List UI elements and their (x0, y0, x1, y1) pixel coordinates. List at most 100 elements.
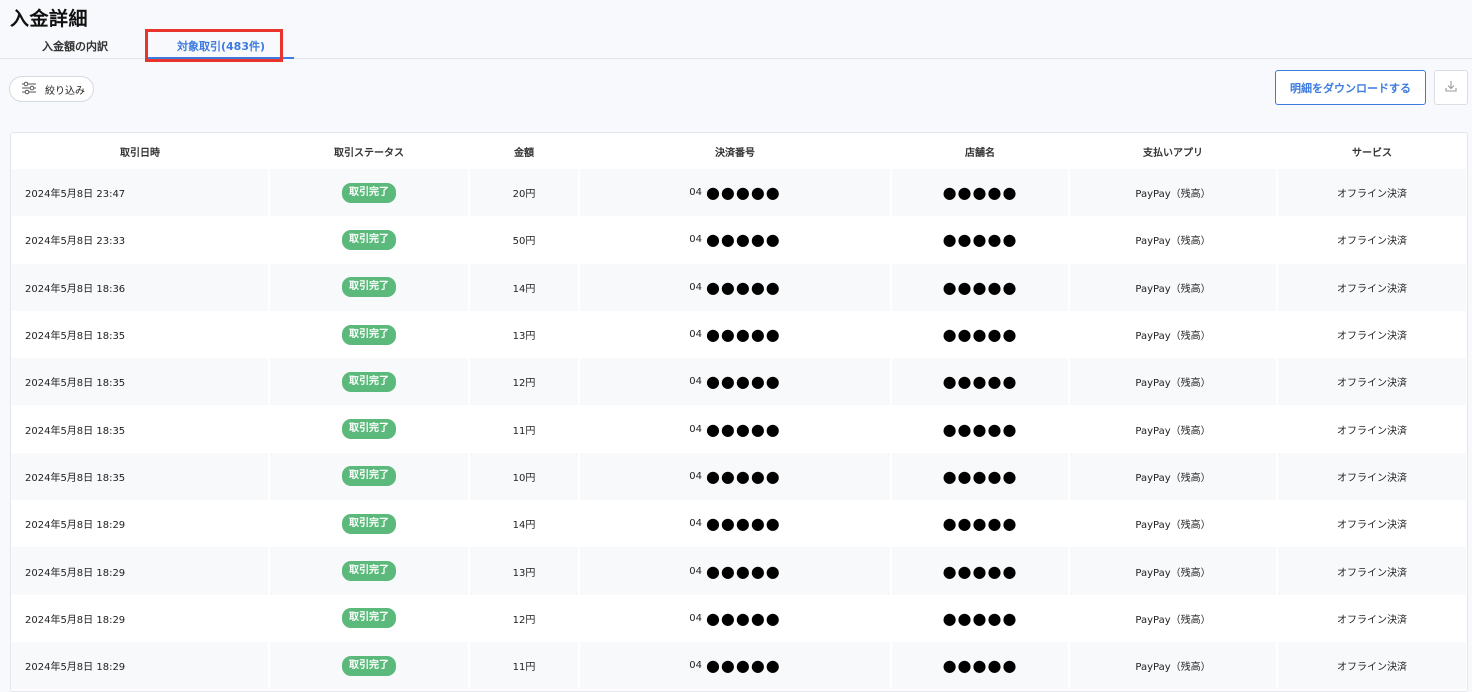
cell-service: オフライン決済 (1277, 452, 1467, 501)
cell-store: ●●●●● (891, 169, 1070, 217)
cell-service: オフライン決済 (1277, 358, 1467, 406)
cell-service: オフライン決済 (1277, 169, 1467, 217)
cell-status: 取引完了 (269, 547, 470, 595)
table-row[interactable]: 2024年5月8日 18:35 取引完了 12円 04 ●●●●● ●●●●● P… (11, 358, 1467, 406)
cell-app: PayPay（残高） (1069, 594, 1278, 642)
table-row[interactable]: 2024年5月8日 18:29 取引完了 14円 04 ●●●●● ●●●●● P… (11, 500, 1467, 548)
payment-number-prefix: 04 (689, 329, 702, 341)
payment-number-prefix: 04 (689, 423, 702, 435)
cell-payment-number: 04 ●●●●● (579, 263, 892, 311)
cell-status: 取引完了 (269, 169, 470, 217)
table-row[interactable]: 2024年5月8日 18:36 取引完了 14円 04 ●●●●● ●●●●● P… (11, 263, 1467, 311)
cell-app: PayPay（残高） (1069, 358, 1278, 406)
status-badge: 取引完了 (342, 655, 396, 676)
cell-app: PayPay（残高） (1069, 641, 1278, 690)
cell-status: 取引完了 (269, 263, 470, 311)
status-badge: 取引完了 (342, 513, 396, 534)
cell-app: PayPay（残高） (1069, 216, 1278, 264)
table-row[interactable]: 2024年5月8日 18:35 取引完了 13円 04 ●●●●● ●●●●● P… (11, 310, 1467, 359)
cell-store: ●●●●● (891, 594, 1070, 642)
filter-button[interactable]: 絞り込み (9, 76, 94, 102)
payment-number-masked: ●●●●● (705, 230, 781, 250)
cell-app: PayPay（残高） (1069, 263, 1278, 311)
payment-number-masked: ●●●●● (705, 419, 781, 439)
store-name-masked: ●●●●● (942, 277, 1018, 297)
status-badge: 取引完了 (342, 324, 396, 345)
cell-datetime: 2024年5月8日 18:35 (11, 452, 270, 501)
store-name-masked: ●●●●● (942, 419, 1018, 439)
tab-bar: 入金額の内訳 対象取引(483件) (0, 34, 1472, 59)
cell-status: 取引完了 (269, 500, 470, 548)
cell-status: 取引完了 (269, 216, 470, 264)
table-row[interactable]: 2024年5月8日 18:35 取引完了 10円 04 ●●●●● ●●●●● P… (11, 452, 1467, 501)
cell-amount: 11円 (469, 641, 580, 690)
col-header-payment-number: 決済番号 (579, 133, 891, 169)
cell-app: PayPay（残高） (1069, 405, 1278, 453)
cell-payment-number: 04 ●●●●● (579, 216, 892, 264)
cell-amount: 20円 (469, 169, 580, 217)
col-header-store: 店舗名 (891, 133, 1069, 169)
cell-amount: 14円 (469, 263, 580, 311)
payment-number-masked: ●●●●● (705, 608, 781, 628)
store-name-masked: ●●●●● (942, 514, 1018, 534)
col-header-status: 取引ステータス (269, 133, 469, 169)
cell-amount: 13円 (469, 310, 580, 359)
col-header-amount: 金額 (469, 133, 579, 169)
cell-payment-number: 04 ●●●●● (579, 500, 892, 548)
payment-number-prefix: 04 (689, 565, 702, 577)
cell-amount: 14円 (469, 500, 580, 548)
payment-number-prefix: 04 (689, 660, 702, 672)
cell-service: オフライン決済 (1277, 500, 1467, 548)
payment-number-masked: ●●●●● (705, 561, 781, 581)
payment-number-masked: ●●●●● (705, 372, 781, 392)
cell-datetime: 2024年5月8日 18:35 (11, 405, 270, 453)
cell-service: オフライン決済 (1277, 405, 1467, 453)
sliders-icon (21, 81, 37, 98)
table-row[interactable]: 2024年5月8日 23:33 取引完了 50円 04 ●●●●● ●●●●● P… (11, 216, 1467, 264)
cell-app: PayPay（残高） (1069, 500, 1278, 548)
download-statement-button[interactable]: 明細をダウンロードする (1275, 70, 1426, 105)
table-row[interactable]: 2024年5月8日 18:29 取引完了 11円 04 ●●●●● ●●●●● P… (11, 641, 1467, 690)
table-row[interactable]: 2024年5月8日 23:47 取引完了 20円 04 ●●●●● ●●●●● P… (11, 169, 1467, 217)
store-name-masked: ●●●●● (942, 466, 1018, 486)
cell-amount: 11円 (469, 405, 580, 453)
cell-amount: 12円 (469, 594, 580, 642)
table-header-row: 取引日時 取引ステータス 金額 決済番号 店舗名 支払いアプリ サービス (11, 133, 1467, 169)
cell-service: オフライン決済 (1277, 641, 1467, 690)
payment-number-prefix: 04 (689, 376, 702, 388)
cell-datetime: 2024年5月8日 18:29 (11, 594, 270, 642)
cell-datetime: 2024年5月8日 18:36 (11, 263, 270, 311)
store-name-masked: ●●●●● (942, 608, 1018, 628)
tab-transactions[interactable]: 対象取引(483件) (148, 38, 294, 59)
cell-payment-number: 04 ●●●●● (579, 547, 892, 595)
col-header-app: 支払いアプリ (1069, 133, 1277, 169)
cell-service: オフライン決済 (1277, 547, 1467, 595)
page-title: 入金詳細 (10, 8, 89, 30)
status-badge: 取引完了 (342, 182, 396, 203)
cell-datetime: 2024年5月8日 18:35 (11, 310, 270, 359)
payment-number-masked: ●●●●● (705, 514, 781, 534)
col-header-datetime: 取引日時 (11, 133, 269, 169)
store-name-masked: ●●●●● (942, 183, 1018, 203)
cell-payment-number: 04 ●●●●● (579, 405, 892, 453)
table-row[interactable]: 2024年5月8日 18:29 取引完了 12円 04 ●●●●● ●●●●● P… (11, 594, 1467, 642)
store-name-masked: ●●●●● (942, 372, 1018, 392)
cell-amount: 50円 (469, 216, 580, 264)
cell-payment-number: 04 ●●●●● (579, 641, 892, 690)
cell-store: ●●●●● (891, 500, 1070, 548)
status-badge: 取引完了 (342, 371, 396, 392)
cell-status: 取引完了 (269, 310, 470, 359)
payment-number-prefix: 04 (689, 281, 702, 293)
cell-status: 取引完了 (269, 594, 470, 642)
cell-service: オフライン決済 (1277, 263, 1467, 311)
table-row[interactable]: 2024年5月8日 18:29 取引完了 13円 04 ●●●●● ●●●●● P… (11, 547, 1467, 595)
payment-number-masked: ●●●●● (705, 277, 781, 297)
cell-datetime: 2024年5月8日 18:29 (11, 547, 270, 595)
tab-breakdown[interactable]: 入金額の内訳 (10, 38, 140, 58)
cell-store: ●●●●● (891, 641, 1070, 690)
status-badge: 取引完了 (342, 277, 396, 298)
col-header-service: サービス (1277, 133, 1467, 169)
download-icon-button[interactable] (1434, 70, 1468, 105)
table-row[interactable]: 2024年5月8日 18:35 取引完了 11円 04 ●●●●● ●●●●● P… (11, 405, 1467, 453)
active-tab-indicator (148, 57, 294, 59)
